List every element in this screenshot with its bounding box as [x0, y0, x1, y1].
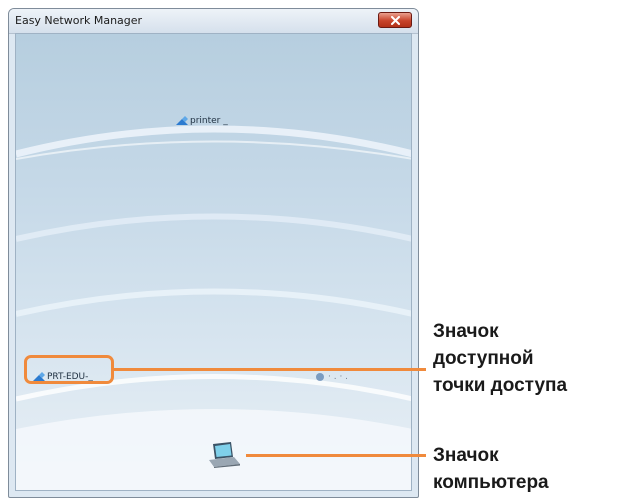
annotation-line: Значок: [433, 445, 499, 466]
annotation-line: точки доступа: [433, 375, 568, 396]
access-point-highlight: [24, 355, 114, 384]
computer-callout-line: [246, 454, 426, 457]
close-icon: [391, 16, 400, 25]
computer-annotation: Значок компьютера: [433, 442, 549, 496]
close-button[interactable]: [378, 12, 412, 28]
access-point-annotation: Значок доступной точки доступа: [433, 318, 567, 399]
network-map-area: printer _ PRT-EDU-_ · . · .: [15, 33, 412, 491]
device-printer-label: printer _: [190, 116, 228, 126]
device-printer[interactable]: printer _: [176, 116, 228, 126]
device-blurred[interactable]: · . · .: [314, 372, 348, 382]
background-waves: [16, 125, 411, 490]
laptop-icon[interactable]: [207, 442, 241, 468]
device-icon: [316, 373, 324, 381]
annotation-line: доступной: [433, 348, 534, 369]
window-title: Easy Network Manager: [15, 14, 143, 27]
title-bar[interactable]: Easy Network Manager: [9, 9, 418, 34]
screenshot-stage: Easy Network Manager printer _ PRT-EDU-_…: [0, 0, 625, 502]
access-point-callout-line: [114, 368, 426, 371]
annotation-line: Значок: [433, 321, 499, 342]
annotation-line: компьютера: [433, 472, 549, 493]
device-icon: [176, 116, 188, 125]
device-blurred-label: · . · .: [328, 372, 349, 382]
easy-network-manager-window: Easy Network Manager printer _ PRT-EDU-_…: [8, 8, 419, 498]
